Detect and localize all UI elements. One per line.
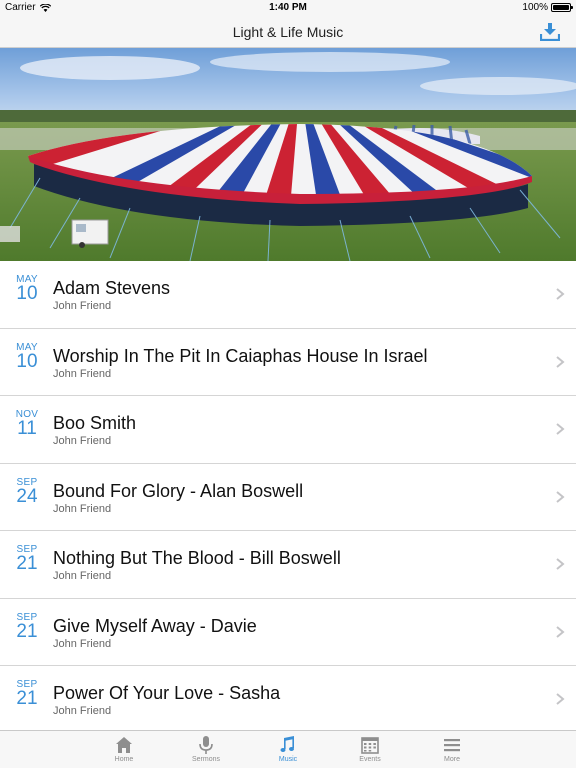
list-item[interactable]: SEP 21 Nothing But The Blood - Bill Bosw… [0, 531, 576, 599]
chevron-right-icon [556, 288, 565, 300]
chevron-right-icon [556, 423, 565, 435]
list-item[interactable]: MAY 10 Worship In The Pit In Caiaphas Ho… [0, 328, 576, 396]
tab-more[interactable]: More [411, 731, 493, 768]
date-badge: SEP 21 [10, 612, 44, 641]
date-day: 21 [16, 553, 38, 574]
music-list: MAY 10 Adam Stevens John Friend MAY 10 W… [0, 261, 576, 734]
date-day: 11 [17, 418, 37, 439]
tab-bar: Home Sermons Music Events More [0, 730, 576, 768]
microphone-icon [199, 736, 213, 754]
item-title: Adam Stevens [53, 278, 171, 298]
status-bar: Carrier 1:40 PM 100% [0, 0, 576, 16]
date-badge: SEP 21 [10, 544, 44, 573]
tab-label: Home [114, 756, 134, 763]
date-day: 21 [16, 620, 38, 642]
status-time: 1:40 PM [269, 2, 307, 13]
download-button[interactable] [538, 21, 562, 43]
date-badge: SEP 24 [10, 477, 44, 506]
battery-percent: 100% [522, 2, 548, 13]
battery-icon [551, 3, 573, 12]
battery-indicator: 100% [522, 2, 573, 13]
item-subtitle: John Friend [53, 705, 112, 717]
date-badge: MAY 10 [10, 274, 44, 303]
chevron-right-icon [556, 625, 565, 638]
item-title: Boo Smith [53, 413, 137, 433]
navigation-bar: Light & Life Music [0, 16, 576, 48]
music-note-icon [280, 736, 294, 752]
list-item[interactable]: SEP 21 Give Myself Away - Davie John Fri… [0, 598, 576, 666]
menu-icon [444, 739, 460, 752]
calendar-icon [361, 737, 379, 754]
tent-photo [0, 48, 576, 261]
tab-label: Music [278, 756, 298, 763]
item-subtitle: John Friend [53, 502, 112, 515]
download-icon [540, 23, 560, 41]
list-item[interactable]: MAY 10 Adam Stevens John Friend [0, 261, 576, 329]
date-day: 21 [16, 688, 38, 709]
item-subtitle: John Friend [53, 367, 112, 380]
date-badge: MAY 10 [10, 342, 44, 371]
list-item[interactable]: NOV 11 Boo Smith John Friend [0, 396, 576, 464]
home-icon [116, 737, 132, 753]
tab-events[interactable]: Events [329, 731, 411, 768]
date-badge: SEP 21 [10, 679, 44, 708]
item-title: Power Of Your Love - Sasha [53, 683, 281, 703]
item-title: Worship In The Pit In Caiaphas House In … [53, 345, 428, 366]
tab-label: Events [359, 756, 381, 763]
date-day: 10 [16, 283, 38, 304]
item-title: Bound For Glory - Alan Boswell [53, 480, 304, 501]
chevron-right-icon [556, 490, 565, 503]
chevron-right-icon [556, 355, 565, 368]
date-day: 10 [16, 350, 38, 372]
tab-music[interactable]: Music [247, 731, 329, 768]
item-subtitle: John Friend [53, 637, 112, 650]
item-subtitle: John Friend [53, 300, 112, 312]
tab-home[interactable]: Home [83, 731, 165, 768]
list-item[interactable]: SEP 24 Bound For Glory - Alan Boswell Jo… [0, 463, 576, 531]
date-day: 24 [16, 485, 38, 507]
page-title: Light & Life Music [232, 24, 344, 40]
item-title: Nothing But The Blood - Bill Boswell [53, 548, 341, 568]
hero-image [0, 48, 576, 261]
tab-sermons[interactable]: Sermons [165, 731, 247, 768]
date-badge: NOV 11 [10, 409, 44, 438]
list-item[interactable]: SEP 21 Power Of Your Love - Sasha John F… [0, 666, 576, 734]
chevron-right-icon [556, 558, 565, 570]
tab-label: Sermons [191, 756, 220, 763]
tab-label: More [444, 756, 460, 763]
item-subtitle: John Friend [53, 570, 112, 582]
item-title: Give Myself Away - Davie [53, 615, 257, 636]
item-subtitle: John Friend [53, 435, 112, 447]
chevron-right-icon [556, 693, 565, 705]
